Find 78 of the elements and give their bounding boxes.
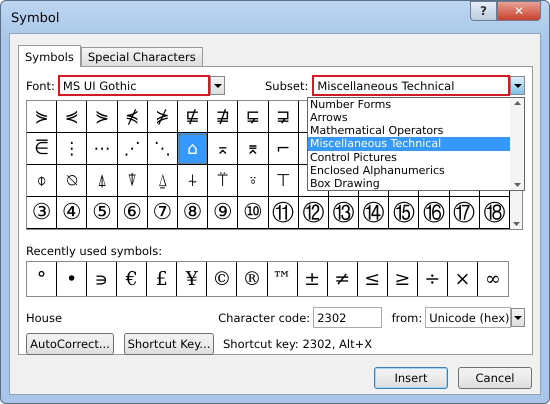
symbol-cell[interactable]: ⋮: [57, 133, 88, 165]
subset-label: Subset:: [265, 78, 308, 92]
subset-field[interactable]: Miscellaneous Technical: [312, 75, 510, 96]
subset-dropdown-button[interactable]: [510, 76, 525, 95]
symbol-cell[interactable]: ⑩: [238, 197, 268, 229]
symbol-cell[interactable]: ⑪: [268, 197, 299, 229]
subset-option[interactable]: Box Drawing: [308, 176, 510, 190]
symbol-cell[interactable]: ⌽: [27, 165, 58, 197]
symbol-cell[interactable]: ⊤: [268, 165, 299, 197]
symbol-cell[interactable]: ⑨: [208, 197, 238, 229]
font-field[interactable]: MS UI Gothic: [58, 75, 210, 96]
symbol-cell[interactable]: ⑦: [148, 197, 178, 229]
window-title: Symbol: [11, 11, 60, 26]
subset-option[interactable]: Number Forms: [308, 98, 510, 112]
shortcut-key-button[interactable]: Shortcut Key...: [124, 333, 214, 355]
symbol-cell[interactable]: ⑱: [480, 197, 510, 229]
symbol-cell[interactable]: ⍡: [208, 165, 238, 197]
subset-option[interactable]: Mathematical Operators: [308, 124, 510, 138]
symbol-cell[interactable]: ⋯: [87, 133, 118, 165]
recent-symbol[interactable]: ∞: [478, 262, 508, 296]
from-label: from:: [392, 310, 422, 324]
symbol-cell[interactable]: ⋟: [27, 101, 58, 133]
recent-label: Recently used symbols:: [26, 244, 164, 258]
symbol-cell[interactable]: ⋞: [57, 101, 88, 133]
symbol-cell[interactable]: ⑯: [419, 197, 450, 229]
symbol-cell[interactable]: ⍋: [87, 165, 118, 197]
symbol-cell[interactable]: ⑤: [87, 197, 118, 229]
symbol-cell[interactable]: ⌅: [208, 133, 238, 165]
symbol-cell[interactable]: ⍒: [118, 165, 148, 197]
symbol-cell[interactable]: ⋡: [148, 101, 178, 133]
symbol-cell[interactable]: ⋤: [238, 101, 268, 133]
help-button[interactable]: ?: [470, 1, 497, 21]
subset-option[interactable]: Arrows: [308, 111, 510, 124]
scroll-up-icon[interactable]: [514, 101, 520, 105]
from-select[interactable]: Unicode (hex): [425, 307, 511, 328]
subset-option[interactable]: Enclosed Alphanumerics: [308, 164, 510, 177]
subset-option[interactable]: Control Pictures: [308, 150, 510, 164]
symbol-cell[interactable]: ⍉: [57, 165, 88, 197]
symbol-cell[interactable]: ⑰: [450, 197, 480, 229]
insert-button[interactable]: Insert: [374, 367, 448, 389]
font-label: Font:: [26, 78, 55, 92]
symbol-cell[interactable]: ⋥: [268, 101, 299, 133]
shortcut-text: Shortcut key: 2302, Alt+X: [223, 337, 372, 351]
character-code-field[interactable]: 2302: [313, 307, 382, 328]
symbol-cell[interactable]: ⋟: [87, 101, 118, 133]
tab[interactable]: Symbols: [18, 45, 81, 67]
symbol-cell[interactable]: ⍤: [238, 165, 268, 197]
symbol-cell[interactable]: ⑬: [328, 197, 360, 229]
symbol-cell[interactable]: ⌆: [238, 133, 268, 165]
symbol-cell[interactable]: ⋶: [27, 133, 58, 165]
symbol-cell[interactable]: ③: [27, 197, 58, 229]
symbol-cell[interactable]: ⋱: [148, 133, 178, 165]
symbol-cell[interactable]: ⌐: [268, 133, 299, 165]
character-code-label: Character code:: [218, 310, 310, 324]
font-dropdown-button[interactable]: [210, 76, 225, 95]
symbol-cell[interactable]: ⑮: [389, 197, 420, 229]
autocorrect-button[interactable]: AutoCorrect...: [26, 333, 114, 355]
symbol-cell[interactable]: ④: [57, 197, 88, 229]
symbol-cell[interactable]: ⋠: [118, 101, 148, 133]
symbol-cell[interactable]: ⋣: [208, 101, 238, 133]
cancel-button[interactable]: Cancel: [458, 367, 532, 389]
symbol-cell[interactable]: ⋰: [118, 133, 148, 165]
symbol-cell[interactable]: ⍙: [148, 165, 178, 197]
symbol-cell[interactable]: ⋢: [178, 101, 208, 133]
scroll-down-icon[interactable]: [512, 222, 520, 226]
dropdown-arrow-icon: [214, 84, 222, 88]
symbol-cell[interactable]: ⑧: [178, 197, 208, 229]
from-dropdown-button[interactable]: [510, 308, 525, 327]
scroll-down-icon[interactable]: [514, 183, 520, 187]
symbol-cell[interactable]: ⑭: [359, 197, 390, 229]
symbol-cell[interactable]: ⑥: [118, 197, 148, 229]
symbol-cell[interactable]: ⍭: [178, 165, 208, 197]
list-scrollbar[interactable]: [510, 98, 524, 190]
dropdown-arrow-icon: [514, 316, 522, 320]
dropdown-arrow-icon: [514, 84, 522, 88]
symbol-cell[interactable]: ⑫: [298, 197, 329, 229]
symbol-name: House: [26, 310, 64, 324]
tab[interactable]: Special Characters: [80, 47, 203, 66]
